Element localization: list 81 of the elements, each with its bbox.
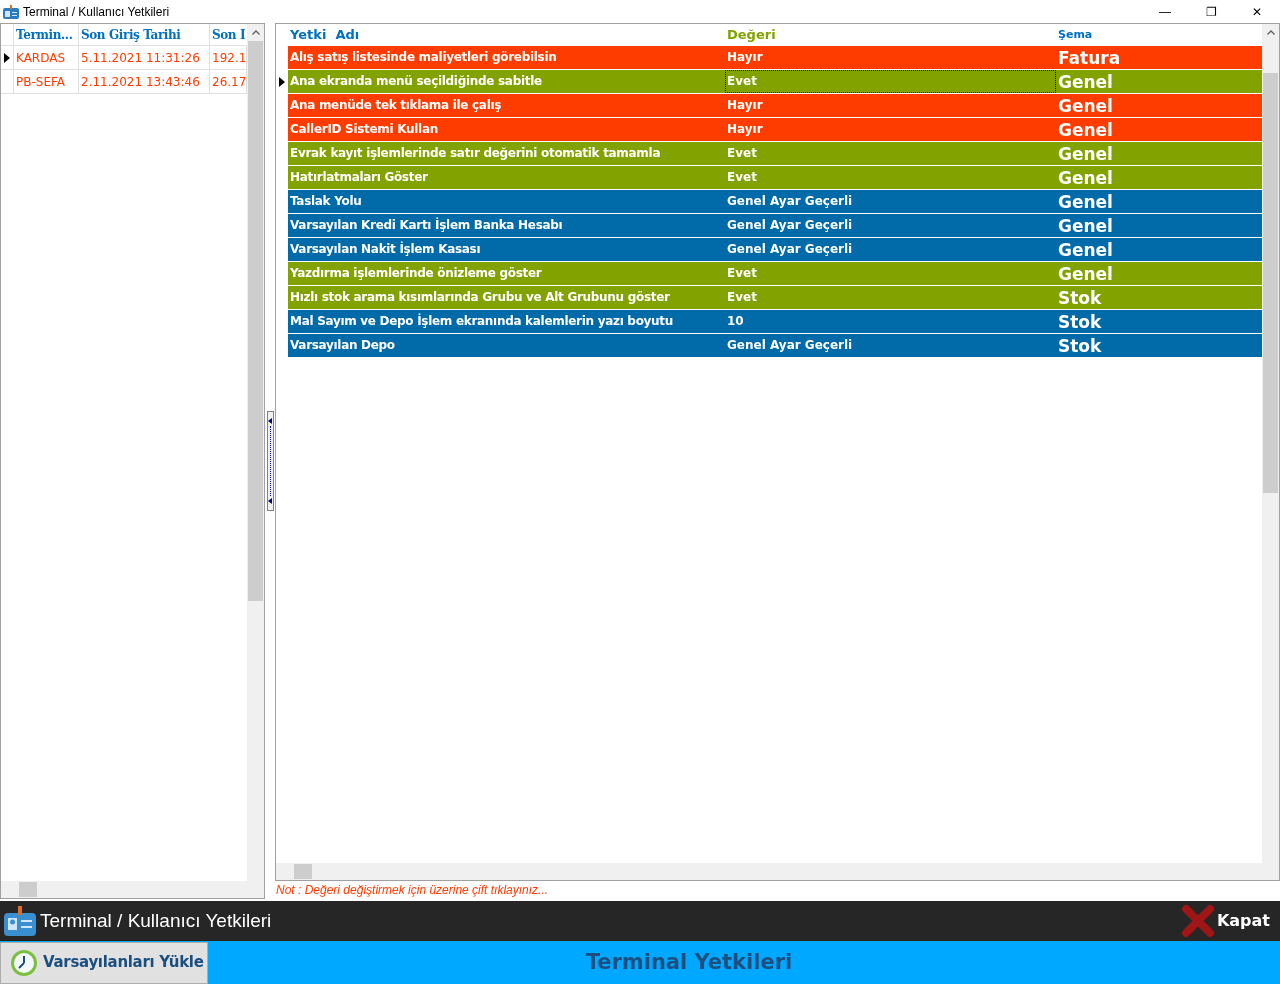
table-cell-text: Genel [1057,167,1114,189]
table-cell-text: Evet [726,169,758,186]
table-cell-text: Genel Ayar Geçerli [726,241,854,258]
table-cell-text: Mal Sayım ve Depo İşlem ekranında kalemlerin yazı boyutu [289,312,675,330]
table-cell-text: Stok [1057,311,1103,333]
table-cell-text: CallerID Sistemi Kullan [289,121,439,138]
permission-row[interactable]: CallerID Sistemi Kullan Hayır Genel [288,118,1262,142]
table-cell-text: Evet [726,289,758,306]
table-cell-text: Genel [1057,191,1114,213]
close-button[interactable]: Kapat [1180,904,1270,939]
table-cell-text: Stok [1057,335,1103,357]
table-cell-text: Varsayılan Nakit İşlem Kasası [289,240,482,258]
table-cell-text: Genel [1057,263,1114,285]
row-pointer-icon [279,77,285,87]
table-cell-text: Hayır [726,97,764,114]
table-cell-text: Genel [1057,71,1114,93]
table-cell-text: Fatura [1057,47,1122,69]
column-header[interactable]: Şema [1056,26,1261,44]
permission-row[interactable]: Alış satış listesinde maliyetleri görebilsin Hayır Fatura [288,46,1262,70]
permission-row[interactable]: Yazdırma işlemlerinde önizleme göster Evet Genel [288,262,1262,286]
hint-note: Not : Değeri değiştirmek için üzerine çift tıklayınız... [275,882,550,900]
table-cell-text: Ana menüde tek tıklama ile çalış [289,97,503,114]
table-cell-text: Genel [1057,95,1114,117]
window-control-button[interactable]: ✕ [1234,0,1280,23]
table-cell-text: Genel [1057,239,1114,261]
close-icon [1180,904,1215,939]
column-header[interactable]: Termin... [14,24,79,45]
table-cell-text: Genel [1057,143,1114,165]
table-cell-text: Genel Ayar Geçerli [726,217,854,234]
table-cell-text: Hatırlatmaları Göster [289,169,429,186]
permission-row[interactable]: Ana menüde tek tıklama ile çalış Hayır Genel [288,94,1262,118]
column-header[interactable]: Yetki Adı [288,25,725,45]
permission-row[interactable]: Hızlı stok arama kısımlarında Grubu ve Alt Grubunu göster Evet Stok [288,286,1262,310]
screen-title: Terminal / Kullanıcı Yetkileri [40,908,272,933]
window-title: Terminal / Kullanıcı Yetkileri [23,3,170,21]
table-cell-text: Evet [726,145,758,162]
table-cell-text: Varsayılan Depo [289,337,396,354]
column-header[interactable]: Değeri [725,25,1056,45]
table-cell-text: Stok [1057,287,1103,309]
table-cell: PB-SEFA [14,70,79,93]
table-cell-text: Evrak kayıt işlemlerinde satır değerini otomatik tamamla [289,145,662,162]
table-cell-text: Evet [726,265,758,282]
table-cell-text: Genel Ayar Geçerli [726,193,854,210]
footer-title: Terminal Yetkileri [584,948,794,976]
table-cell-text: Alış satış listesinde maliyetleri görebilsin [289,49,558,66]
vertical-scrollbar[interactable] [247,24,264,882]
table-cell-text: Genel [1057,215,1114,237]
permission-row[interactable]: Mal Sayım ve Depo İşlem ekranında kalemlerin yazı boyutu 10 Stok [288,310,1262,334]
app-icon [3,4,19,19]
table-cell: Evet [725,70,1056,93]
table-cell-text: Yazdırma işlemlerinde önizleme göster [289,265,543,282]
vertical-scrollbar[interactable] [1262,24,1279,864]
table-cell-text: Genel Ayar Geçerli [726,337,854,354]
permission-row[interactable]: Varsayılan Kredi Kartı İşlem Banka Hesabı Genel Ayar Geçerli Genel [288,214,1262,238]
table-cell-text: 10 [726,313,745,330]
permission-row[interactable]: Hatırlatmaları Göster Evet Genel [288,166,1262,190]
horizontal-scrollbar[interactable] [1,881,264,899]
id-card-icon [4,906,36,937]
permission-row[interactable]: Varsayılan Depo Genel Ayar Geçerli Stok [288,334,1262,358]
table-cell-text: Hızlı stok arama kısımlarında Grubu ve Alt Grubunu göster [289,289,671,306]
table-cell: KARDAS [14,46,79,69]
permission-row[interactable]: Varsayılan Nakit İşlem Kasası Genel Ayar Geçerli Genel [288,238,1262,262]
table-cell-text: Ana ekranda menü seçildiğinde sabitle [289,73,543,90]
horizontal-scrollbar[interactable] [276,863,1279,881]
table-cell-text: Taslak Yolu [289,193,363,210]
table-cell: 2.11.2021 13:43:46 [79,70,210,93]
scroll-up-icon[interactable] [1266,30,1275,35]
splitter-handle[interactable] [266,411,274,512]
scroll-up-icon[interactable] [251,30,260,35]
permission-row[interactable]: Evrak kayıt işlemlerinde satır değerini otomatik tamamla Evet Genel [288,142,1262,166]
load-defaults-button[interactable]: Varsayılanları Yükle [0,941,208,984]
window-control-button[interactable]: ❐ [1188,0,1234,23]
table-cell-text: Varsayılan Kredi Kartı İşlem Banka Hesabı [289,216,564,234]
table-cell-text: Hayır [726,121,764,138]
clock-icon [9,947,39,978]
window-control-button[interactable]: — [1142,0,1188,23]
column-header[interactable]: Son Giriş Tarihi [79,24,210,45]
table-cell-text: Hayır [726,49,764,66]
table-cell: 5.11.2021 11:31:26 [79,46,210,69]
table-cell-text: Genel [1057,119,1114,141]
permission-row[interactable]: Taslak Yolu Genel Ayar Geçerli Genel [288,190,1262,214]
